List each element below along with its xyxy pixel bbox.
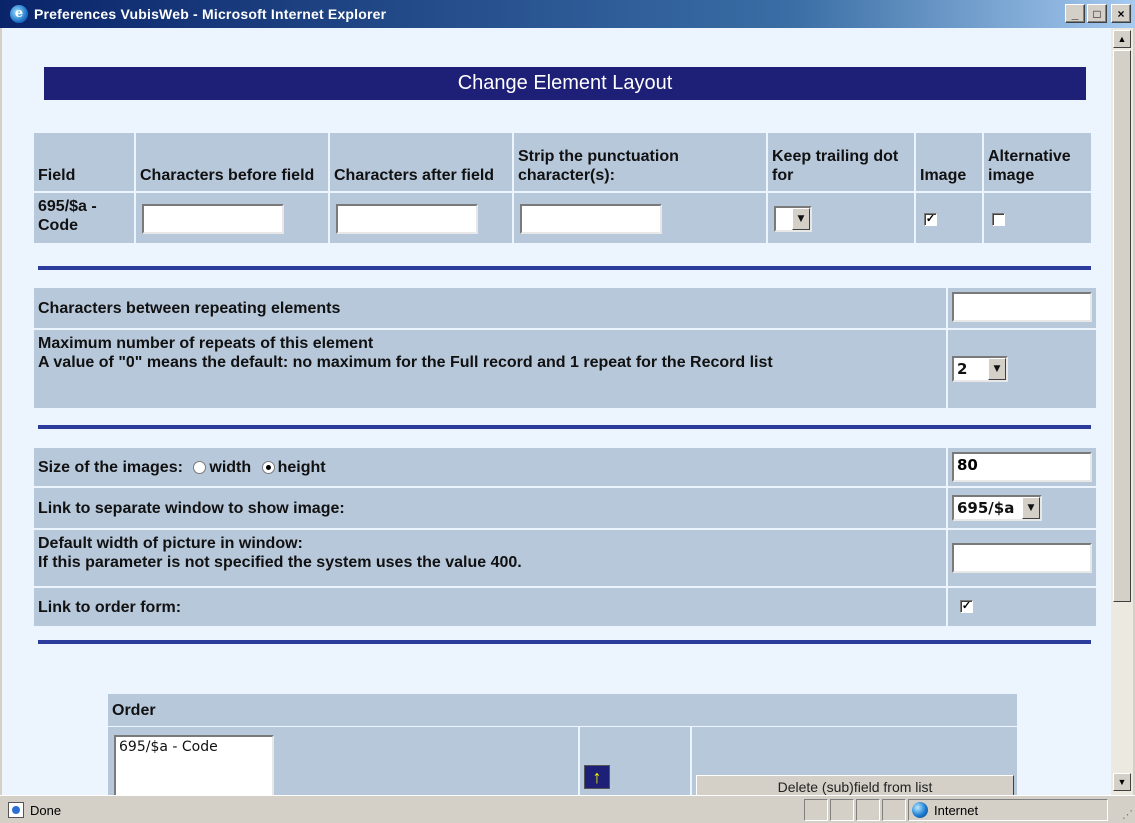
- max-repeats-cell: Maximum number of repeats of this elemen…: [34, 330, 946, 408]
- height-radio-label: height: [277, 459, 326, 476]
- close-button[interactable]: ×: [1111, 4, 1131, 23]
- link-window-select[interactable]: 695/$a ▼: [952, 495, 1042, 521]
- page-title: Change Element Layout: [44, 67, 1086, 100]
- scroll-down-icon[interactable]: ▼: [1113, 773, 1131, 791]
- zone-text: Internet: [934, 802, 979, 818]
- alt-image-cell: [984, 193, 1091, 243]
- field-code-cell: 695/$a - Code: [34, 193, 134, 243]
- order-list-item[interactable]: 695/$a - Code: [119, 739, 269, 755]
- minimize-button[interactable]: _: [1065, 4, 1085, 23]
- max-repeats-note: A value of "0" means the default: no max…: [38, 354, 773, 371]
- order-list-cell: 695/$a - Code: [108, 727, 578, 795]
- status-done: Done: [8, 802, 61, 818]
- alt-image-checkbox[interactable]: [992, 213, 1005, 226]
- col-header-keep-dot: Keep trailing dot for: [768, 133, 914, 191]
- default-width-input-cell: [948, 530, 1096, 586]
- between-repeats-cell: [948, 288, 1096, 328]
- window-controls: _ □ ×: [1065, 4, 1131, 23]
- status-pane: [830, 799, 854, 821]
- order-header: Order: [108, 694, 1017, 726]
- image-cell: ✓: [916, 193, 982, 243]
- between-repeats-label: Characters between repeating elements: [34, 288, 946, 328]
- col-header-field: Field: [34, 133, 134, 191]
- width-radio[interactable]: [193, 461, 207, 475]
- scrollbar-thumb[interactable]: [1113, 50, 1131, 602]
- default-width-note: If this parameter is not specified the s…: [38, 554, 522, 571]
- strip-punctuation-input[interactable]: [520, 204, 662, 234]
- delete-cell: Delete (sub)field from list: [692, 727, 1017, 795]
- between-repeats-input[interactable]: [952, 292, 1092, 322]
- vertical-scrollbar[interactable]: ▲ ▼: [1111, 28, 1133, 795]
- strip-cell: [514, 193, 766, 243]
- default-width-cell: Default width of picture in window: If t…: [34, 530, 946, 586]
- max-repeats-select-cell: 2 ▼: [948, 330, 1096, 408]
- col-header-after: Characters after field: [330, 133, 512, 191]
- image-checkbox[interactable]: ✓: [924, 213, 937, 226]
- order-listbox[interactable]: 695/$a - Code: [114, 735, 274, 795]
- link-window-value: 695/$a: [957, 499, 1015, 517]
- image-size-input[interactable]: 80: [952, 452, 1092, 482]
- order-buttons-cell: ↑: [580, 727, 690, 795]
- status-bar: Done Internet ⋰: [0, 795, 1135, 823]
- chars-before-input[interactable]: [142, 204, 284, 234]
- link-window-label: Link to separate window to show image:: [34, 488, 946, 528]
- image-size-cell: Size of the images: width height: [34, 448, 946, 486]
- move-up-button[interactable]: ↑: [584, 765, 610, 789]
- status-pane: [804, 799, 828, 821]
- col-header-alt-image: Alternative image: [984, 133, 1091, 191]
- keep-dot-select[interactable]: ▼: [774, 206, 812, 232]
- page-content: Change Element Layout Field Characters b…: [2, 28, 1111, 795]
- status-pane: [882, 799, 906, 821]
- link-window-cell: 695/$a ▼: [948, 488, 1096, 528]
- default-width-input[interactable]: [952, 543, 1092, 573]
- image-size-label: Size of the images:: [38, 459, 183, 476]
- maximize-button[interactable]: □: [1087, 4, 1107, 23]
- max-repeats-label: Maximum number of repeats of this elemen…: [38, 335, 374, 352]
- max-repeats-select[interactable]: 2 ▼: [952, 356, 1008, 382]
- keep-dot-cell: ▼: [768, 193, 914, 243]
- col-header-before: Characters before field: [136, 133, 328, 191]
- after-cell: [330, 193, 512, 243]
- dropdown-arrow-icon: ▼: [1022, 497, 1040, 519]
- resize-grip-icon[interactable]: ⋰: [1122, 808, 1133, 821]
- order-form-checkbox[interactable]: ✓: [960, 600, 973, 613]
- dropdown-arrow-icon: ▼: [792, 208, 810, 230]
- divider: [38, 425, 1091, 429]
- height-radio[interactable]: [261, 461, 275, 475]
- chars-after-input[interactable]: [336, 204, 478, 234]
- delete-field-button[interactable]: Delete (sub)field from list: [696, 775, 1014, 795]
- scroll-up-icon[interactable]: ▲: [1113, 30, 1131, 48]
- status-pane: [856, 799, 880, 821]
- width-radio-label: width: [209, 459, 252, 476]
- order-form-label: Link to order form:: [34, 588, 946, 626]
- dropdown-arrow-icon: ▼: [988, 358, 1006, 380]
- window-title: Preferences VubisWeb - Microsoft Interne…: [34, 6, 387, 22]
- page-done-icon: [8, 802, 24, 818]
- ie-logo-icon: e: [10, 5, 28, 23]
- divider: [38, 266, 1091, 270]
- col-header-image: Image: [916, 133, 982, 191]
- max-repeats-value: 2: [957, 360, 968, 378]
- security-zone: Internet: [912, 802, 978, 818]
- order-form-cell: ✓: [948, 588, 1096, 626]
- divider: [38, 640, 1091, 644]
- before-cell: [136, 193, 328, 243]
- col-header-strip: Strip the punctuation character(s):: [514, 133, 766, 191]
- status-text: Done: [30, 802, 62, 818]
- globe-icon: [912, 802, 928, 818]
- default-width-label: Default width of picture in window:: [38, 535, 303, 552]
- image-size-input-cell: 80: [948, 448, 1096, 486]
- window-titlebar[interactable]: e Preferences VubisWeb - Microsoft Inter…: [0, 0, 1135, 28]
